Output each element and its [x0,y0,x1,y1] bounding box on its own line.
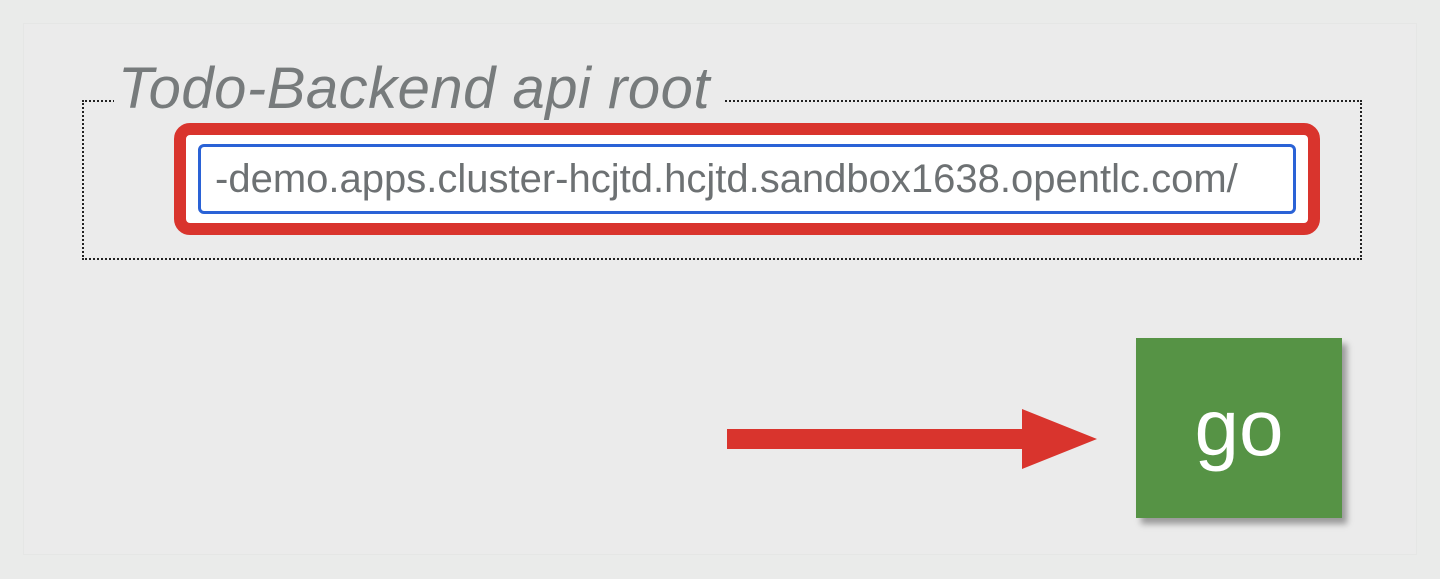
arrow-right-icon [722,404,1102,474]
content-card: Todo-Backend api root go [24,24,1416,554]
api-root-input[interactable] [198,144,1296,214]
go-button[interactable]: go [1136,338,1342,518]
fieldset-legend: Todo-Backend api root [114,57,724,121]
